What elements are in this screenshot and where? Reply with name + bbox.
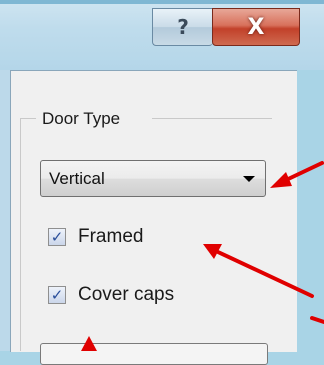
bottom-field[interactable] — [40, 343, 268, 365]
framed-checkbox[interactable]: ✓ — [48, 228, 66, 246]
door-type-dropdown[interactable]: Vertical — [40, 160, 266, 197]
help-icon: ? — [177, 15, 189, 39]
window-frame-top — [0, 0, 324, 4]
framed-checkbox-row[interactable]: ✓ Framed — [48, 226, 143, 248]
dropdown-selected-value: Vertical — [49, 169, 105, 188]
checkmark-icon: ✓ — [50, 228, 64, 246]
chevron-down-icon — [243, 176, 255, 182]
background-strip — [297, 70, 324, 351]
group-box-border-top-right — [152, 118, 272, 119]
help-button[interactable]: ? — [152, 8, 213, 46]
cover-caps-checkbox-label[interactable]: Cover caps — [78, 284, 174, 306]
checkmark-icon: ✓ — [50, 286, 64, 304]
door-type-group-label: Door Type — [42, 109, 121, 128]
close-button[interactable]: X — [212, 8, 300, 46]
cover-caps-checkbox-row[interactable]: ✓ Cover caps — [48, 284, 174, 306]
cover-caps-checkbox[interactable]: ✓ — [48, 286, 66, 304]
close-icon: X — [247, 14, 265, 40]
group-box-border-left — [20, 118, 21, 351]
group-box-border-top-left — [20, 118, 36, 119]
framed-checkbox-label[interactable]: Framed — [78, 226, 143, 248]
